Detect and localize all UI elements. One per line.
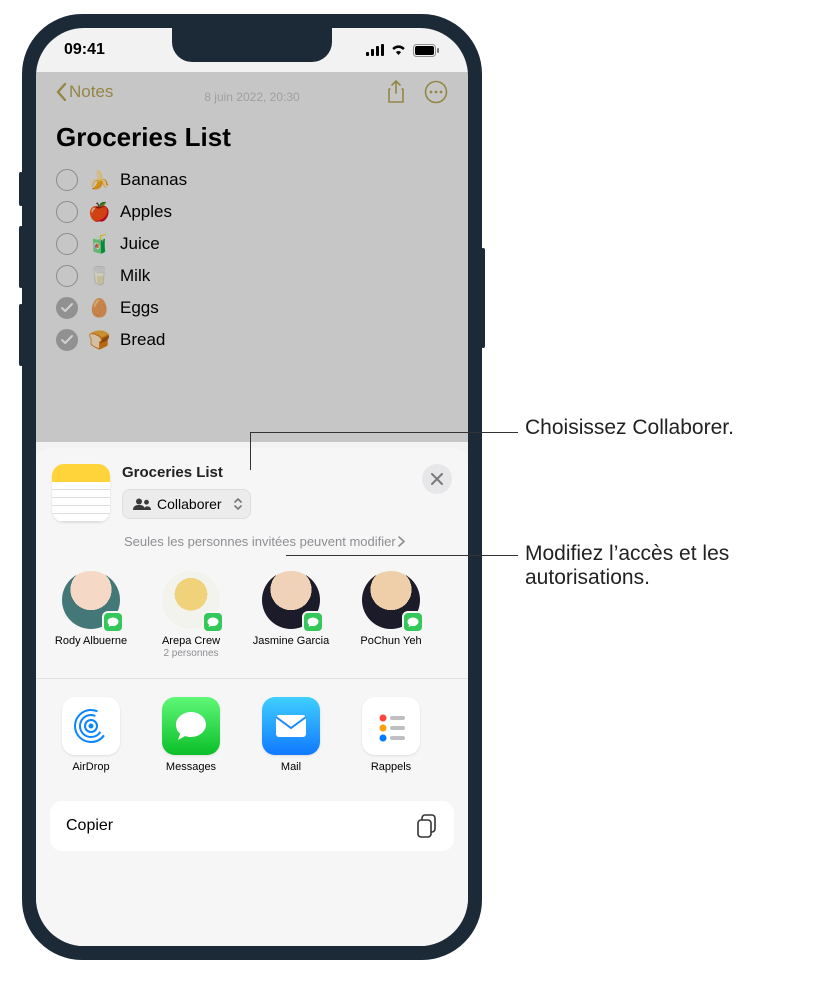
chevron-left-icon <box>56 83 67 101</box>
item-label: Eggs <box>120 298 159 318</box>
status-right <box>366 44 440 57</box>
chevron-right-icon <box>398 536 405 547</box>
messages-badge-icon <box>402 611 424 633</box>
item-emoji: 🧃 <box>88 234 110 255</box>
app-icon <box>62 697 120 755</box>
app-icon <box>262 697 320 755</box>
back-button[interactable]: Notes <box>56 82 113 102</box>
contacts-row: Rody Albuerne Arepa Crew2 personnes Jasmin… <box>36 561 468 679</box>
check-icon <box>61 335 73 345</box>
item-emoji: 🍞 <box>88 330 110 351</box>
item-emoji: 🍎 <box>88 202 110 223</box>
item-label: Juice <box>120 234 160 254</box>
checklist-item[interactable]: 🍌 Bananas <box>56 169 448 191</box>
updown-chevron-icon <box>233 496 243 512</box>
avatar <box>262 571 320 629</box>
messages-icon <box>172 708 210 744</box>
app-icon <box>162 697 220 755</box>
close-icon <box>431 473 443 485</box>
callout-leader <box>250 432 518 433</box>
back-label: Notes <box>69 82 113 102</box>
contact[interactable]: PoChun Yeh <box>352 571 430 660</box>
contact[interactable]: Arepa Crew2 personnes <box>152 571 230 660</box>
contact-sub: 2 personnes <box>163 648 218 660</box>
checkbox[interactable] <box>56 233 78 255</box>
item-label: Bananas <box>120 170 187 190</box>
app-icon <box>362 697 420 755</box>
share-sheet: Groceries List Collaborer Seules les per… <box>36 448 468 946</box>
check-icon <box>61 303 73 313</box>
checklist: 🍌 Bananas 🍎 Apples 🧃 Juice 🥛 Milk 🥚 Eggs 🍞 Bread <box>56 169 448 351</box>
checklist-item[interactable]: 🍞 Bread <box>56 329 448 351</box>
item-emoji: 🥚 <box>88 298 110 319</box>
callout-choose: Choisissez Collaborer. <box>525 416 734 440</box>
checkbox[interactable] <box>56 297 78 319</box>
note-title: Groceries List <box>56 122 448 153</box>
sheet-title: Groceries List <box>122 464 410 481</box>
collaborate-label: Collaborer <box>157 496 222 512</box>
item-label: Milk <box>120 266 150 286</box>
collaborate-dropdown[interactable]: Collaborer <box>122 489 251 519</box>
share-app[interactable]: Rappels <box>352 697 430 773</box>
checkbox[interactable] <box>56 265 78 287</box>
callout-leader <box>286 555 518 556</box>
checklist-item[interactable]: 🥛 Milk <box>56 265 448 287</box>
app-name: Rappels <box>371 761 411 773</box>
checkbox[interactable] <box>56 201 78 223</box>
avatar <box>362 571 420 629</box>
checklist-item[interactable]: 🥚 Eggs <box>56 297 448 319</box>
contact[interactable]: Rody Albuerne <box>52 571 130 660</box>
app-name: Messages <box>166 761 216 773</box>
status-time: 09:41 <box>64 41 105 59</box>
more-icon[interactable] <box>424 80 448 104</box>
contact[interactable]: Jasmine Garcia <box>252 571 330 660</box>
note-view-dimmed: Notes 8 juin 2022, 20:30 Groceries List … <box>36 72 468 442</box>
checklist-item[interactable]: 🍎 Apples <box>56 201 448 223</box>
contact-name: Arepa Crew <box>162 635 220 648</box>
notch <box>172 28 332 62</box>
callout-leader <box>250 432 251 470</box>
share-app[interactable]: AirDrop <box>52 697 130 773</box>
avatar <box>62 571 120 629</box>
messages-badge-icon <box>102 611 124 633</box>
note-timestamp: 8 juin 2022, 20:30 <box>56 90 448 104</box>
share-app[interactable]: Mail <box>252 697 330 773</box>
contact-name: Jasmine Garcia <box>253 635 329 648</box>
permission-text: Seules les personnes invitées peuvent mo… <box>124 534 396 549</box>
share-app[interactable]: Messages <box>152 697 230 773</box>
item-emoji: 🍌 <box>88 170 110 191</box>
copy-action[interactable]: Copier <box>50 801 454 851</box>
notes-app-icon <box>52 464 110 522</box>
messages-badge-icon <box>302 611 324 633</box>
messages-badge-icon <box>202 611 224 633</box>
close-button[interactable] <box>422 464 452 494</box>
wifi-icon <box>390 44 407 56</box>
app-name: AirDrop <box>72 761 109 773</box>
reminders-icon <box>371 706 411 746</box>
checklist-item[interactable]: 🧃 Juice <box>56 233 448 255</box>
item-label: Apples <box>120 202 172 222</box>
contact-name: Rody Albuerne <box>55 635 127 648</box>
airdrop-icon <box>71 706 111 746</box>
iphone-frame: 09:41 Notes 8 juin 2022, 20:30 Groceries… <box>22 14 482 960</box>
battery-icon <box>413 44 440 57</box>
avatar <box>162 571 220 629</box>
checkbox[interactable] <box>56 329 78 351</box>
apps-row: AirDrop Messages Mail Rappels <box>36 679 468 795</box>
copy-label: Copier <box>66 817 113 835</box>
item-label: Bread <box>120 330 165 350</box>
permission-row[interactable]: Seules les personnes invitées peuvent mo… <box>36 530 468 561</box>
cellular-icon <box>366 44 384 56</box>
callout-modify: Modifiez l’accès et les autorisations. <box>525 542 817 590</box>
people-icon <box>133 498 151 510</box>
checkbox[interactable] <box>56 169 78 191</box>
screen: 09:41 Notes 8 juin 2022, 20:30 Groceries… <box>36 28 468 946</box>
item-emoji: 🥛 <box>88 266 110 287</box>
share-icon[interactable] <box>386 80 406 104</box>
app-name: Mail <box>281 761 301 773</box>
copy-icon <box>416 814 438 838</box>
contact-name: PoChun Yeh <box>360 635 421 648</box>
mail-icon <box>271 711 311 741</box>
